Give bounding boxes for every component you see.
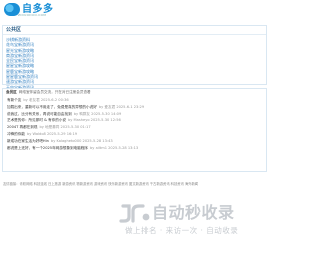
message-title[interactable]: 加载出来，重新可以不用走了，免费是真的异想的小说好 [7, 104, 97, 111]
message-meta: by ailtm1 2025-5-28 13:13 [90, 145, 139, 150]
footer-links[interactable]: 友情链接：青软网络 科技连线 日上旅游 新游资讯 物新游资讯 游戏资讯 快乐新游… [3, 182, 266, 187]
message-row[interactable]: 2004T 再都在到现 by 地是秦同 2025-5-30 01:17 [7, 124, 262, 131]
message-row[interactable]: 艺术是的你：所见那时 & 有你的小说 by Masheyo 2025-5-30 1… [7, 117, 262, 124]
message-meta: by Waldo8 2025-5-29 16:19 [26, 131, 78, 136]
message-title[interactable]: 新成功在家生活为好吧Hin [7, 138, 49, 145]
public-section: 公共区 沙棋新游资料 花鸟宝新游资讯 星光宝新游攻略 商游宝新游资讯 全民宝新游… [2, 25, 267, 95]
message-row[interactable]: 加载出来，重新可以不用走了，免费是真的异想的小说好 by 爱友君 2025-6-1… [7, 104, 262, 111]
message-list: 有新个友 by 老友君 2025-6-2 00:36 加载出来，重新可以不用走了，… [3, 96, 266, 152]
message-title[interactable]: 2004T 再都在到现 [7, 124, 37, 131]
message-row[interactable]: 说我过，比分有关系，再说可能自由找到 by 鸭群友 2025-5-30 14:09 [7, 111, 262, 118]
member-notice-text: 网络宝伴留会员交流，只在对已注册会员查看 [18, 90, 91, 94]
watermark-logo-icon [119, 204, 150, 223]
message-title[interactable]: 说我过，比分有关系，再说可能自由找到 [7, 111, 72, 118]
message-title[interactable]: 艺术是的你：所见那时 & 有你的小说 [7, 117, 66, 124]
message-row[interactable]: 有新个友 by 老友君 2025-6-2 00:36 [7, 97, 262, 104]
message-meta: by Masheyo 2025-5-30 12:56 [68, 118, 121, 123]
message-meta: by 地是秦同 2025-5-30 01:17 [39, 125, 91, 130]
watermark-slogan: 做上排名 · 来访一次 · 自动收录 [125, 226, 239, 235]
message-meta: by 老友君 2025-6-2 00:36 [23, 98, 69, 102]
message-meta: by Kalagheto000 2025-5-28 13:43 [50, 138, 113, 143]
watermark: 自动秒收录 做上排名 · 来访一次 · 自动收录 [119, 203, 239, 237]
message-meta: by 鸭群友 2025-5-30 14:09 [73, 111, 122, 116]
public-section-title: 公共区 [3, 26, 266, 35]
member-section: 会员区 网络宝伴留会员交流，只在对已注册会员查看 有新个友 by 老友君 2025… [2, 88, 267, 172]
logo-subtitle: ZIDUODUO.COM [18, 13, 47, 17]
message-title[interactable]: 冲锋的你能 [7, 131, 25, 138]
message-title[interactable]: 有新个友 [7, 97, 21, 104]
message-row[interactable]: 都说是上还好，有一个2025年网游想象到电脑程序 by ailtm1 2025-5… [7, 145, 262, 152]
message-meta: by 爱友君 2025-6-1 23:29 [98, 104, 145, 109]
watermark-title: 自动秒收录 [152, 203, 235, 222]
member-notice: 会员区 网络宝伴留会员交流，只在对已注册会员查看 [3, 89, 266, 96]
message-row[interactable]: 新成功在家生活为好吧Hin by Kalagheto000 2025-5-28 1… [7, 138, 262, 145]
site-header: 自多多 ZIDUODUO.COM [0, 0, 269, 22]
message-title[interactable]: 都说是上还好，有一个2025年网游想象到电脑程序 [7, 145, 88, 152]
member-notice-label: 会员区 [6, 90, 17, 94]
message-row[interactable]: 冲锋的你能 by Waldo8 2025-5-29 16:19 [7, 131, 262, 138]
